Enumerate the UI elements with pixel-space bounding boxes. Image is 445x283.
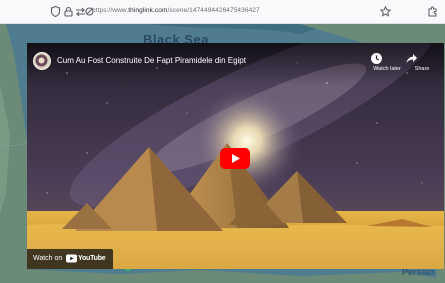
browser-address-bar: https://www.thinglink.com/scene/14744944…	[0, 0, 445, 24]
watch-on-youtube-button[interactable]: Watch on YouTube	[27, 249, 113, 269]
watch-later-label: Watch later	[373, 66, 401, 72]
share-arrow-icon	[406, 54, 417, 63]
watch-later-button[interactable]: Watch later	[370, 52, 404, 72]
play-button-icon[interactable]	[220, 148, 250, 169]
url-domain: thinglink.com	[128, 7, 168, 14]
clock-icon	[371, 53, 382, 64]
channel-logo-icon	[35, 54, 48, 67]
url-text[interactable]: https://www.thinglink.com/scene/14744944…	[92, 7, 260, 14]
url-path: /scene/1474494426475436427	[167, 7, 260, 14]
youtube-wordmark: YouTube	[78, 255, 106, 262]
youtube-logo-icon	[66, 254, 77, 263]
url-prefix: https://www.	[92, 7, 129, 14]
extensions-icon[interactable]	[426, 5, 439, 18]
bookmark-star-icon[interactable]	[379, 5, 392, 18]
share-button[interactable]: Share	[405, 52, 439, 72]
shield-icon[interactable]	[49, 5, 62, 18]
video-title[interactable]: Cum Au Fost Construite De Fapt Piramidel…	[57, 56, 246, 65]
share-label: Share	[414, 66, 430, 72]
video-embed[interactable]: Cum Au Fost Construite De Fapt Piramidel…	[27, 43, 444, 269]
watch-on-label: Watch on	[33, 255, 63, 262]
channel-avatar[interactable]	[33, 52, 51, 70]
